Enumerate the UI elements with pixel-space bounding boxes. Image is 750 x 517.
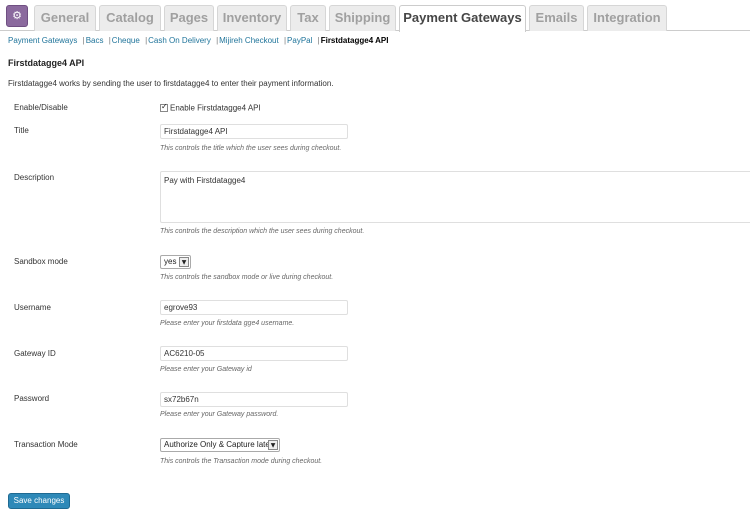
transaction-mode-label: Transaction Mode [14, 440, 78, 449]
gateway-id-description: Please enter your Gateway id [160, 366, 252, 373]
subnav-link-paypal[interactable]: PayPal [287, 36, 312, 45]
subnav-link-mijireh-checkout[interactable]: Mijireh Checkout [219, 36, 279, 45]
tab-pages[interactable]: Pages [164, 5, 214, 31]
username-input[interactable]: egrove93 [160, 300, 348, 315]
settings-tab-bar: ⚙ General Catalog Pages Inventory Tax Sh… [0, 0, 750, 32]
tab-payment-gateways[interactable]: Payment Gateways [399, 5, 526, 32]
sandbox-select-value: yes [164, 257, 177, 266]
subnav-link-cash-on-delivery[interactable]: Cash On Delivery [148, 36, 211, 45]
password-description: Please enter your Gateway password. [160, 411, 279, 418]
description-help: This controls the description which the … [160, 228, 365, 235]
tab-inventory[interactable]: Inventory [217, 5, 287, 31]
subnav-link-bacs[interactable]: Bacs [86, 36, 104, 45]
sandbox-description: This controls the sandbox mode or live d… [160, 274, 334, 281]
tab-catalog[interactable]: Catalog [99, 5, 161, 31]
enable-label: Enable/Disable [14, 103, 68, 112]
tab-emails[interactable]: Emails [529, 5, 584, 31]
chevron-down-icon[interactable]: ▼ [268, 440, 278, 450]
tab-shipping[interactable]: Shipping [329, 5, 396, 31]
gear-icon[interactable]: ⚙ [6, 5, 28, 27]
tab-general[interactable]: General [34, 5, 96, 31]
enable-checkbox[interactable] [160, 102, 168, 112]
tab-integration[interactable]: Integration [587, 5, 667, 31]
section-intro: Firstdatagge4 works by sending the user … [8, 79, 334, 88]
username-label: Username [14, 303, 51, 312]
title-input[interactable]: Firstdatagge4 API [160, 124, 348, 139]
password-label: Password [14, 394, 50, 403]
subnav-link-payment-gateways[interactable]: Payment Gateways [8, 36, 77, 45]
gateway-id-label: Gateway ID [14, 349, 56, 358]
title-description: This controls the title which the user s… [160, 145, 342, 152]
sandbox-select[interactable]: yes ▼ [160, 255, 191, 269]
subnav-link-cheque[interactable]: Cheque [112, 36, 140, 45]
description-label: Description [14, 173, 55, 182]
gateway-subnav: Payment Gateways |Bacs |Cheque |Cash On … [8, 35, 388, 46]
username-description: Please enter your firstdata gge4 usernam… [160, 320, 295, 327]
gateway-id-input[interactable]: AC6210-05 [160, 346, 348, 361]
chevron-down-icon[interactable]: ▼ [179, 257, 189, 267]
tab-tax[interactable]: Tax [290, 5, 326, 31]
description-textarea[interactable]: Pay with Firstdatagge4 [160, 171, 750, 223]
transaction-mode-select[interactable]: Authorize Only & Capture later ▼ [160, 438, 280, 452]
subnav-current-firstdatagge4: Firstdatagge4 API [320, 36, 389, 45]
save-changes-button[interactable]: Save changes [8, 493, 70, 509]
transaction-mode-value: Authorize Only & Capture later [164, 440, 273, 449]
title-label: Title [14, 126, 29, 135]
enable-checkbox-label[interactable]: Enable Firstdatagge4 API [170, 103, 261, 112]
section-title: Firstdatagge4 API [8, 58, 85, 68]
transaction-mode-description: This controls the Transaction mode durin… [160, 458, 323, 465]
enable-checkbox-row[interactable]: Enable Firstdatagge4 API [160, 102, 261, 112]
sandbox-label: Sandbox mode [14, 257, 68, 266]
password-input[interactable]: sx72b67n [160, 392, 348, 407]
